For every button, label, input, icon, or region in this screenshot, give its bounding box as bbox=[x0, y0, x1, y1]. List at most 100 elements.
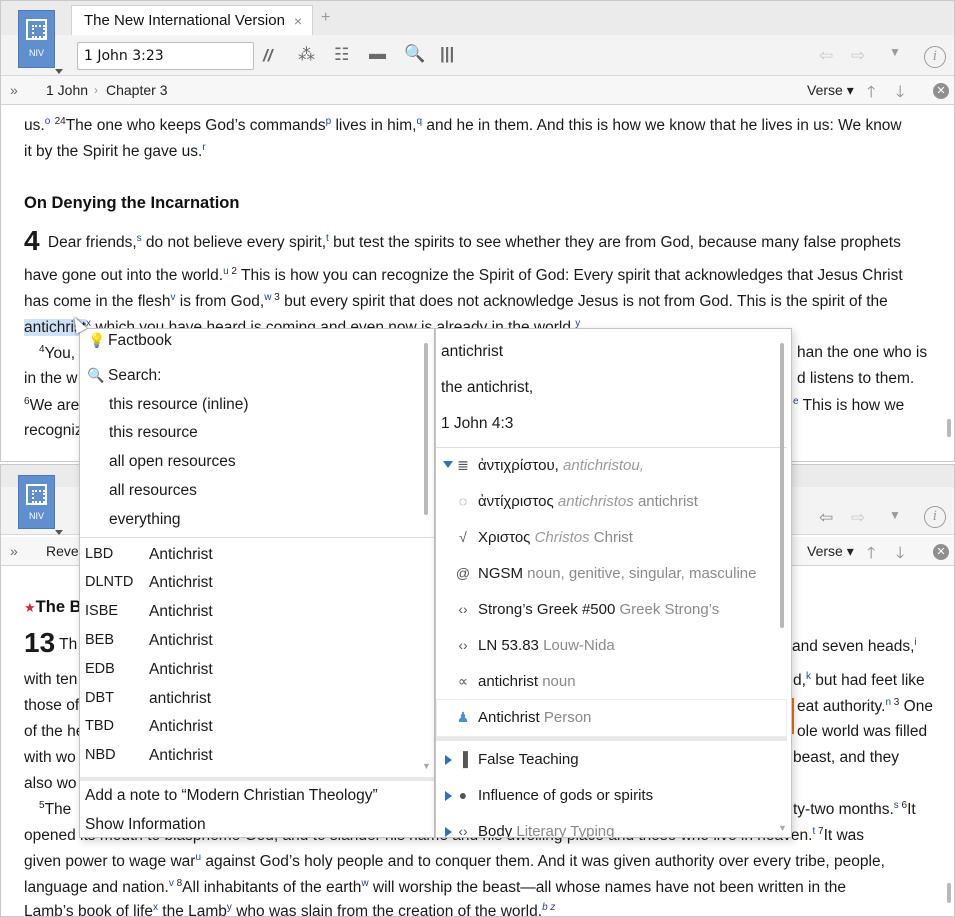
dictionary-term[interactable]: Antichrist bbox=[149, 574, 213, 592]
info-row-lemma[interactable]: ἀντίχριστος antichristos antichrist bbox=[478, 493, 698, 510]
topic-false-teaching[interactable]: False Teaching bbox=[478, 751, 579, 768]
dictionary-abbr[interactable]: DBT bbox=[85, 690, 114, 706]
text-line: d,k but had feet like bbox=[793, 671, 936, 690]
dictionary-abbr[interactable]: LBD bbox=[85, 546, 113, 562]
dictionary-term[interactable]: antichrist bbox=[149, 690, 211, 708]
breadcrumb-chapter[interactable]: Chapter 3 bbox=[106, 82, 167, 98]
selected-phrase-label[interactable]: the antichrist, bbox=[441, 379, 533, 397]
info-row-strongs[interactable]: Strong’s Greek #500 Greek Strong’s bbox=[478, 601, 719, 618]
footnote-marker[interactable]: w bbox=[361, 878, 368, 889]
back-arrow-icon[interactable]: ⇦ bbox=[819, 508, 833, 528]
arrow-up-icon[interactable]: 🡑 bbox=[867, 542, 875, 569]
text-span: and he in them. And this is how we know … bbox=[422, 117, 902, 135]
scrollbar-thumb[interactable] bbox=[947, 419, 951, 437]
info-row-root[interactable]: Χριστος Christos Christ bbox=[478, 529, 633, 546]
scrollbar-thumb[interactable] bbox=[780, 343, 784, 628]
dictionary-abbr[interactable]: ISBE bbox=[85, 603, 118, 619]
chevron-down-icon[interactable] bbox=[55, 530, 63, 535]
dictionary-term[interactable]: Antichrist bbox=[149, 603, 213, 621]
resource-logo[interactable]: NIV bbox=[18, 10, 55, 68]
expand-icon[interactable] bbox=[445, 827, 452, 837]
search-option-open-resources[interactable]: all open resources bbox=[109, 453, 236, 471]
strongs-icon: ‹› bbox=[458, 601, 468, 617]
topic-body[interactable]: Body Literary Typing bbox=[478, 823, 614, 837]
text-span: eat authority. bbox=[797, 698, 886, 716]
dictionary-term[interactable]: Antichrist bbox=[149, 661, 213, 679]
panel-menu-icon[interactable]: ▬ bbox=[369, 44, 386, 64]
scroll-down-icon[interactable]: ▼ bbox=[778, 823, 787, 833]
expand-icon[interactable]: » bbox=[10, 543, 18, 559]
search-option-inline[interactable]: this resource (inline) bbox=[109, 396, 249, 414]
dictionary-abbr[interactable]: EDB bbox=[85, 661, 115, 677]
forward-arrow-icon[interactable]: ⇨ bbox=[851, 46, 865, 66]
dictionary-term[interactable]: Antichrist bbox=[149, 632, 213, 650]
dictionary-term[interactable]: Antichrist bbox=[149, 546, 213, 564]
arrow-down-icon[interactable]: 🡓 bbox=[896, 542, 904, 569]
dictionary-abbr[interactable]: TBD bbox=[85, 718, 114, 734]
parallel-resources-icon[interactable]: // bbox=[263, 46, 272, 66]
add-note-item[interactable]: Add a note to “Modern Christian Theology… bbox=[85, 787, 378, 805]
new-tab-button[interactable]: + bbox=[321, 9, 330, 27]
info-row-inflected[interactable]: ἀντιχρίστου, antichristou, bbox=[478, 457, 644, 474]
dictionary-abbr[interactable]: NBD bbox=[85, 747, 116, 763]
row-main: LN 53.83 bbox=[478, 637, 539, 654]
text-span: us. bbox=[24, 117, 45, 135]
info-row-louw-nida[interactable]: LN 53.83 Louw-Nida bbox=[478, 637, 615, 654]
topic-influence-of-gods[interactable]: Influence of gods or spirits bbox=[478, 787, 653, 804]
history-dropdown-icon[interactable]: ▼ bbox=[889, 45, 901, 59]
dictionary-term[interactable]: Antichrist bbox=[149, 718, 213, 736]
reference-label[interactable]: 1 John 4:3 bbox=[441, 415, 513, 433]
arrow-down-icon[interactable]: 🡓 bbox=[896, 81, 904, 108]
breadcrumb-book[interactable]: 1 John bbox=[46, 82, 88, 98]
forward-arrow-icon[interactable]: ⇨ bbox=[851, 508, 865, 528]
text-line: has come in the fleshv is from God,w 3 b… bbox=[24, 292, 936, 311]
footnote-marker[interactable]: o bbox=[45, 116, 51, 127]
footnote-marker[interactable]: r bbox=[202, 142, 205, 153]
search-option-everything[interactable]: everything bbox=[109, 511, 181, 529]
verse-selector[interactable]: Verse ▾ bbox=[807, 543, 854, 560]
search-option-all-resources[interactable]: all resources bbox=[109, 482, 197, 500]
close-panel-icon[interactable]: ✕ bbox=[933, 544, 949, 560]
breadcrumb-book[interactable]: Revel bbox=[46, 543, 82, 559]
expand-icon[interactable]: » bbox=[10, 82, 18, 98]
text-line: Lamb’s book of lifex the Lamby who was s… bbox=[24, 902, 936, 917]
footnote-marker[interactable]: i bbox=[914, 637, 916, 648]
text-display-icon[interactable]: ☷ bbox=[334, 45, 349, 65]
text-span: Lamb’s book of life bbox=[24, 903, 153, 917]
info-row-sense[interactable]: antichrist noun bbox=[478, 673, 576, 690]
chevron-down-icon[interactable] bbox=[55, 69, 63, 74]
dictionary-abbr[interactable]: BEB bbox=[85, 632, 114, 648]
info-row-morphology[interactable]: NGSM noun, genitive, singular, masculine bbox=[478, 565, 756, 582]
collapse-icon[interactable] bbox=[443, 461, 453, 468]
columns-icon[interactable]: ||| bbox=[440, 44, 454, 64]
footnote-marker[interactable]: b z bbox=[542, 902, 555, 913]
show-information-item[interactable]: Show Information bbox=[85, 816, 206, 834]
search-option-resource[interactable]: this resource bbox=[109, 424, 198, 442]
scrollbar-thumb[interactable] bbox=[947, 883, 951, 903]
info-row-person[interactable]: Antichrist Person bbox=[478, 709, 591, 726]
scrollbar-thumb[interactable] bbox=[424, 343, 428, 515]
tab-new-international-version[interactable]: The New International Version × bbox=[71, 5, 313, 35]
expand-icon[interactable] bbox=[445, 755, 452, 765]
arrow-up-icon[interactable]: 🡑 bbox=[867, 81, 875, 108]
dictionary-abbr[interactable]: DLNTD bbox=[85, 574, 133, 590]
scroll-down-icon[interactable]: ▼ bbox=[422, 761, 431, 771]
factbook-item[interactable]: Factbook bbox=[108, 332, 172, 350]
text-span: it by the Spirit he gave us. bbox=[24, 143, 203, 161]
verse-selector[interactable]: Verse ▾ bbox=[807, 82, 854, 99]
search-icon[interactable]: 🔍 bbox=[404, 44, 425, 64]
back-arrow-icon[interactable]: ⇦ bbox=[819, 46, 833, 66]
close-panel-icon[interactable]: ✕ bbox=[933, 83, 949, 99]
close-tab-icon[interactable]: × bbox=[294, 13, 302, 29]
text-line: us.o 24The one who keeps God’s commandsp… bbox=[24, 116, 936, 135]
info-icon[interactable]: i bbox=[924, 46, 946, 68]
reference-input[interactable]: 1 John 3:23 bbox=[77, 42, 254, 70]
history-dropdown-icon[interactable]: ▼ bbox=[889, 508, 901, 522]
expand-icon[interactable] bbox=[445, 791, 452, 801]
selected-word-label[interactable]: antichrist bbox=[441, 343, 503, 361]
info-icon[interactable]: i bbox=[924, 506, 946, 528]
dictionary-term[interactable]: Antichrist bbox=[149, 747, 213, 765]
resource-logo[interactable]: NIV bbox=[18, 475, 55, 529]
visual-filters-icon[interactable]: ⁂ bbox=[298, 45, 315, 65]
row-translit: antichristou, bbox=[563, 457, 644, 474]
